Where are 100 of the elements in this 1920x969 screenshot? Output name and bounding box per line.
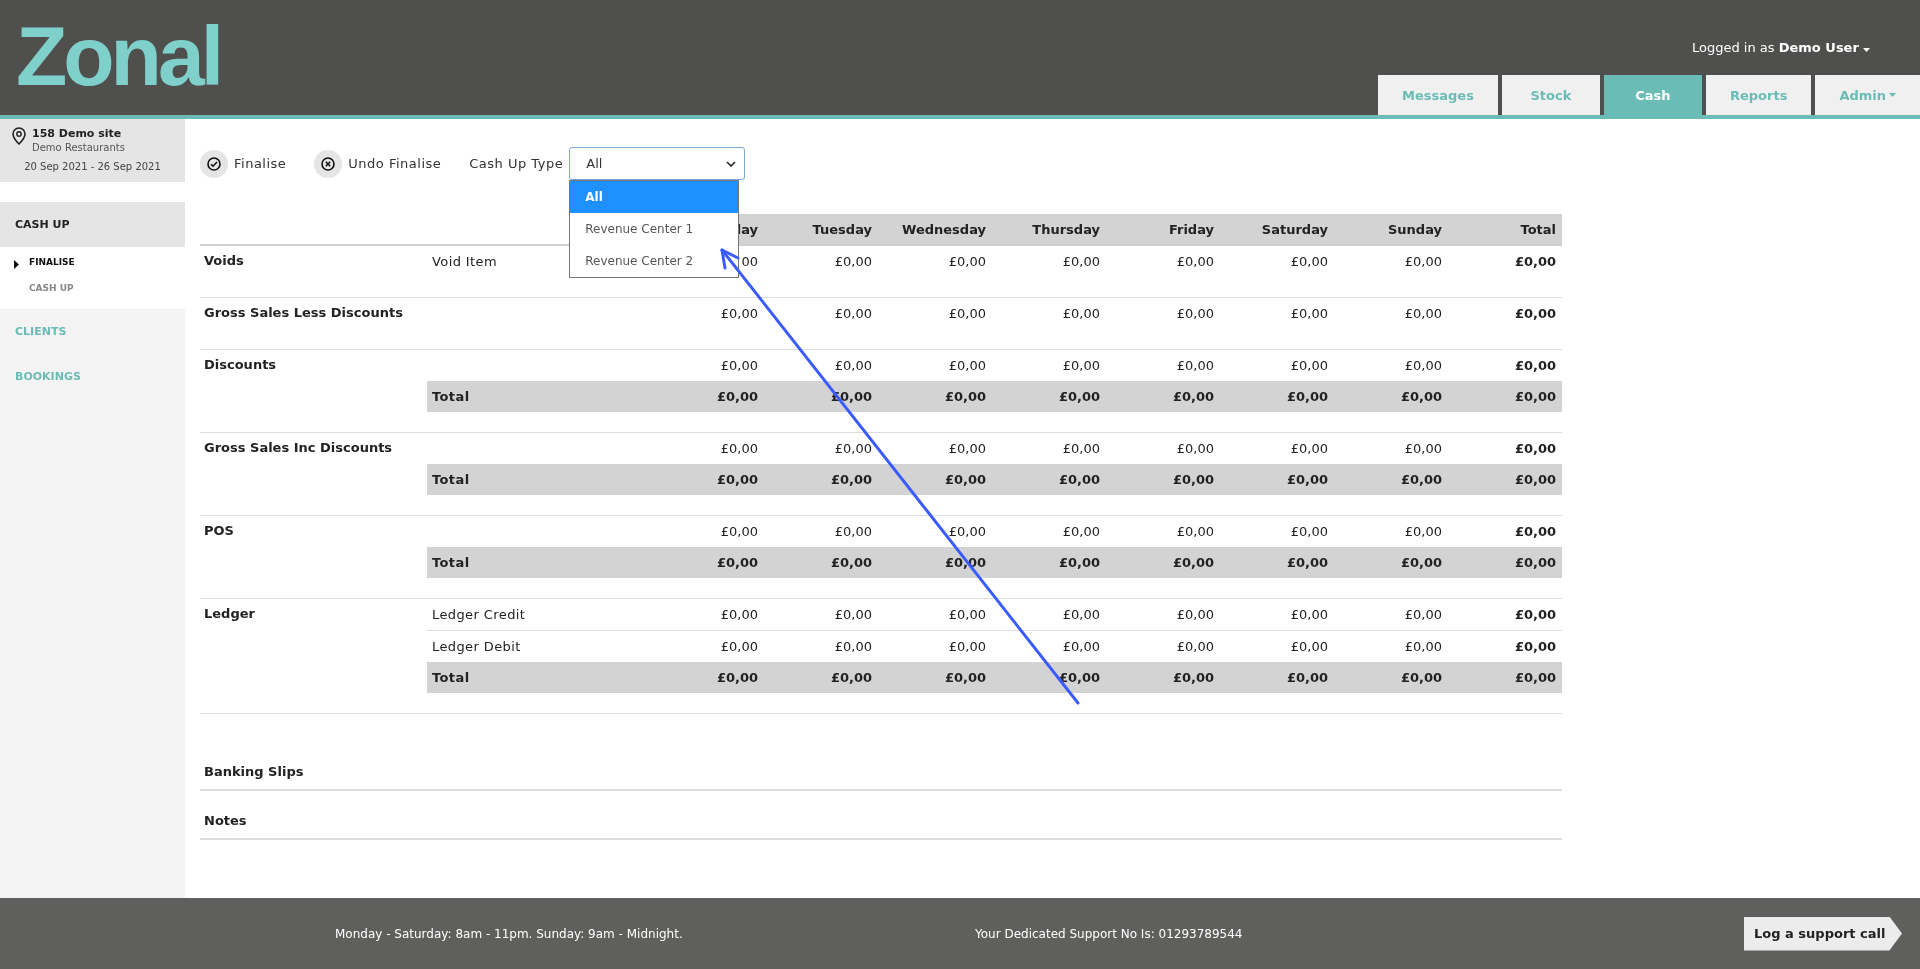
table-cell: £0,00	[1404, 254, 1442, 269]
table-cell: £0,00	[1062, 358, 1100, 373]
table-cell: £0,00	[1062, 524, 1100, 539]
table-cell: £0,00	[1062, 306, 1100, 321]
section-label: Gross Sales Inc Discounts	[204, 440, 393, 455]
table-cell: £0,00	[1176, 441, 1214, 456]
support-call-button[interactable]: Log a support call	[1744, 916, 1902, 951]
table-cell: £0,00	[1404, 358, 1442, 373]
table-cell: £0,00	[1062, 639, 1100, 654]
column-header: Saturday	[1220, 214, 1334, 244]
table-cell: £0,00	[1058, 555, 1100, 570]
table-cell: £0,00	[830, 472, 872, 487]
table-cell: £0,00	[948, 524, 986, 539]
table-cell: £0,00	[830, 555, 872, 570]
table-cell: £0,00	[1176, 639, 1214, 654]
table-cell: £0,00	[720, 607, 758, 622]
section-label: Ledger	[204, 606, 255, 621]
table-cell: £0,00	[720, 524, 758, 539]
table-cell: £0,00	[1400, 389, 1442, 404]
cross-circle-icon	[321, 156, 336, 171]
sidebar-section[interactable]: CASH UP	[0, 202, 185, 247]
toolbar-button[interactable]: Undo Finalise	[314, 149, 442, 178]
user-menu[interactable]: Logged in as Demo User	[1692, 0, 1920, 55]
column-header: Tuesday	[764, 214, 878, 244]
table-cell: £0,00	[1400, 472, 1442, 487]
column-header: Thursday	[992, 214, 1106, 244]
table-cell: £0,00	[720, 306, 758, 321]
table-cell: £0,00	[1400, 670, 1442, 685]
triangle-icon	[14, 260, 19, 269]
table-cell: £0,00	[948, 254, 986, 269]
table-cell: £0,00	[1062, 441, 1100, 456]
table-cell: £0,00	[948, 358, 986, 373]
table-cell: £0,00	[1514, 670, 1556, 685]
table-cell: 00	[741, 254, 758, 269]
row-label: Ledger Credit	[432, 607, 526, 622]
table-cell: £0,00	[834, 524, 872, 539]
sidebar-item[interactable]: FINALISE	[0, 249, 185, 275]
table-cell: £0,00	[830, 670, 872, 685]
table-cell: £0,00	[1058, 670, 1100, 685]
table-cell: £0,00	[944, 389, 986, 404]
date-range: 20 Sep 2021 - 26 Sep 2021	[23, 161, 162, 172]
section-heading: Banking Slips	[200, 754, 1562, 791]
dropdown-option[interactable]: Revenue Center 2	[570, 245, 739, 277]
table-cell: £0,00	[1404, 441, 1442, 456]
location-pin-icon	[12, 127, 26, 145]
table-cell: £0,00	[1514, 389, 1556, 404]
table-cell: £0,00	[834, 607, 872, 622]
column-header: Friday	[1106, 214, 1220, 244]
table-cell: £0,00	[1514, 358, 1556, 373]
table-cell: £0,00	[1404, 306, 1442, 321]
table-cell: £0,00	[1404, 524, 1442, 539]
opening-hours: Monday - Saturday: 8am - 11pm. Sunday: 9am - Midnight.	[335, 926, 683, 941]
check-circle-icon	[207, 156, 221, 171]
row-label: Total	[432, 670, 470, 685]
sidebar-item[interactable]: CASH UP	[0, 275, 185, 301]
table-cell: £0,00	[720, 358, 758, 373]
table-cell: £0,00	[834, 441, 872, 456]
table-cell: £0,00	[1514, 524, 1556, 539]
table-cell: £0,00	[716, 555, 758, 570]
toolbar-button[interactable]: Finalise	[200, 149, 287, 178]
table-cell: £0,00	[716, 670, 758, 685]
table-cell: £0,00	[1290, 607, 1328, 622]
section-label: Gross Sales Less Discounts	[204, 305, 403, 320]
table-cell: £0,00	[944, 472, 986, 487]
column-header: Total	[1448, 214, 1562, 244]
table-cell: £0,00	[948, 639, 986, 654]
section-label: POS	[204, 523, 234, 538]
table-cell: £0,00	[1514, 639, 1556, 654]
table-cell: £0,00	[720, 441, 758, 456]
table-cell: £0,00	[1058, 389, 1100, 404]
section-label: Voids	[204, 253, 244, 268]
row-label: Void Item	[432, 254, 498, 269]
table-cell: £0,00	[1290, 358, 1328, 373]
table-cell: £0,00	[834, 254, 872, 269]
column-header: Sunday	[1334, 214, 1448, 244]
table-cell: £0,00	[1400, 555, 1442, 570]
caret-icon	[1863, 48, 1870, 52]
support-number: Your Dedicated Support No Is: 01293789544	[975, 926, 1243, 941]
table-cell: £0,00	[1290, 524, 1328, 539]
table-cell: £0,00	[1176, 358, 1214, 373]
table-cell: £0,00	[1290, 639, 1328, 654]
table-cell: £0,00	[1514, 306, 1556, 321]
cash-up-type-select[interactable]: All	[569, 147, 746, 180]
table-cell: £0,00	[1062, 254, 1100, 269]
table-cell: £0,00	[1062, 607, 1100, 622]
table-cell: £0,00	[1286, 555, 1328, 570]
section-heading: Notes	[200, 803, 1562, 840]
row-label: Ledger Debit	[432, 639, 521, 654]
table-cell: £0,00	[1176, 524, 1214, 539]
table-cell: £0,00	[1404, 607, 1442, 622]
table-cell: £0,00	[1286, 389, 1328, 404]
table-cell: £0,00	[1172, 389, 1214, 404]
table-cell: £0,00	[1290, 306, 1328, 321]
site-name: 158 Demo site	[32, 127, 123, 140]
table-cell: £0,00	[1286, 472, 1328, 487]
table-cell: £0,00	[948, 306, 986, 321]
table-cell: £0,00	[1172, 555, 1214, 570]
logo: Zonal	[15, 8, 220, 105]
table-cell: £0,00	[944, 670, 986, 685]
table-cell: £0,00	[716, 472, 758, 487]
